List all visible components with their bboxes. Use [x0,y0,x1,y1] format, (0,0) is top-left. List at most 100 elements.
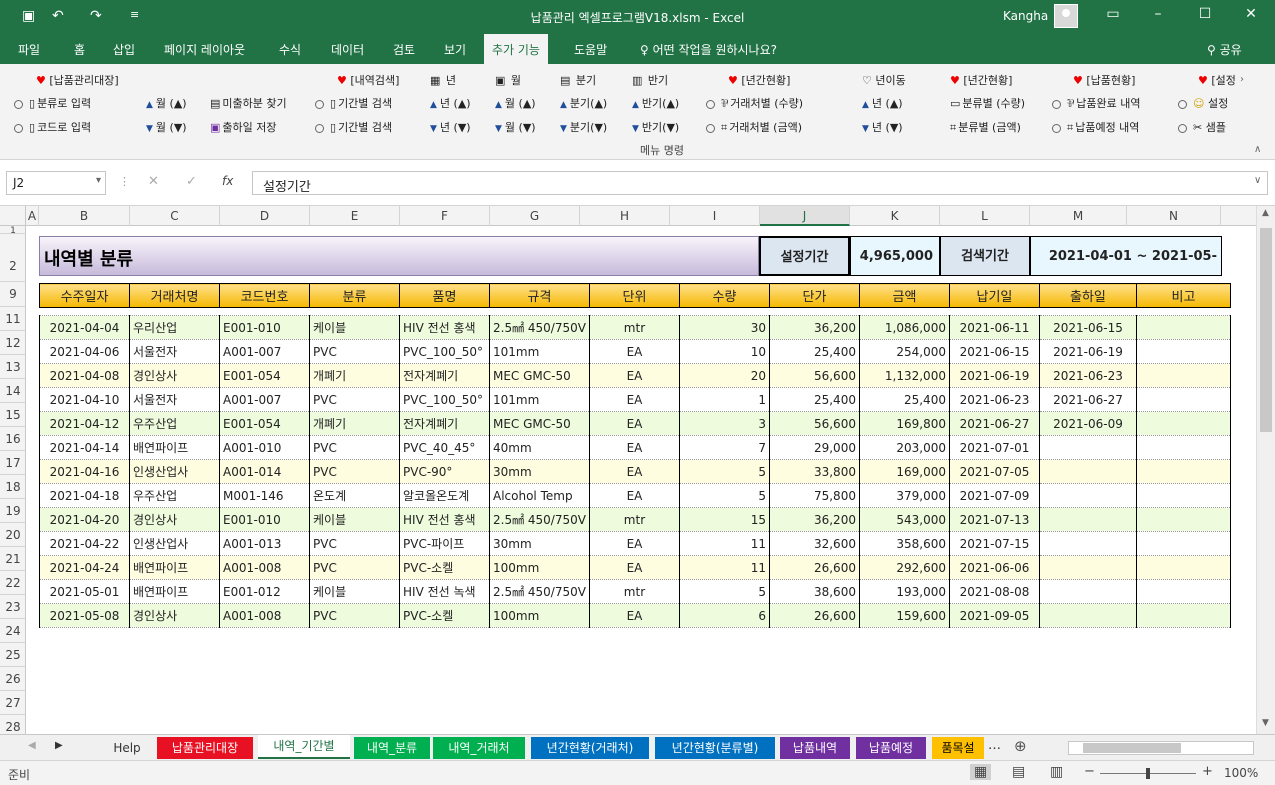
horizontal-scrollbar[interactable] [1068,741,1254,755]
table-cell[interactable]: E001-054 [219,363,310,388]
row-header-16[interactable]: 16 [0,427,26,451]
table-cell[interactable]: 292,600 [858,555,950,580]
table-cell[interactable]: 경인상사 [129,363,220,388]
period-search-button[interactable]: ▯ 기간별 검색 [315,95,392,111]
table-cell[interactable]: 케이블 [309,315,400,340]
row-header-14[interactable]: 14 [0,379,26,403]
sheet-tab[interactable]: 품목설 [932,737,984,759]
row-header-27[interactable]: 27 [0,691,26,715]
table-cell[interactable]: PVC_100_50° [399,387,490,412]
table-cell[interactable]: 2021-07-05 [948,459,1040,484]
table-cell[interactable]: PVC-소켈 [399,555,490,580]
sheet-tab[interactable]: 내역_기간별 [258,735,350,759]
column-header-h[interactable]: H [580,206,670,226]
add-sheet-icon[interactable]: ⊕ [1014,737,1027,755]
table-cell[interactable]: 7 [678,435,770,460]
table-cell[interactable] [1135,411,1231,436]
table-cell[interactable]: 543,000 [858,507,950,532]
search-range-cell[interactable]: 2021-04-01 ~ 2021-05-15 [1030,236,1222,304]
column-header-k[interactable]: K [850,206,940,226]
table-cell[interactable]: 2021-07-09 [948,483,1040,508]
table-cell[interactable]: A001-010 [219,435,310,460]
table-cell[interactable]: A001-007 [219,387,310,412]
table-row[interactable]: 2021-04-12 우주산업 E001-054 개폐기 전자계폐기 MEC GMC-50… [39,411,1231,436]
table-cell[interactable]: mtr [588,507,680,532]
table-cell[interactable]: 전자계폐기 [399,411,490,436]
table-cell[interactable]: 20 [678,363,770,388]
table-cell[interactable]: 서울전자 [129,339,220,364]
table-cell[interactable]: 100mm [489,555,590,580]
row-header-15[interactable]: 15 [0,403,26,427]
table-cell[interactable] [1038,555,1137,580]
header-item-search[interactable]: ♥ [내역검색] [337,72,399,88]
table-cell[interactable]: 2021-07-01 [948,435,1040,460]
table-cell[interactable]: A001-013 [219,531,310,556]
maximize-icon[interactable]: ☐ [1190,6,1220,22]
row-header-17[interactable]: 17 [0,451,26,475]
month-up-button-2[interactable]: ▲ 월 (▲) [495,95,536,111]
table-row[interactable]: 2021-04-06 서울전자 A001-007 PVC PVC_100_50° 101m… [39,339,1231,364]
table-cell[interactable]: HIV 전선 녹색 [399,579,490,604]
table-cell[interactable]: PVC_40_45° [399,435,490,460]
ribbon-display-icon[interactable]: ▭ [1098,6,1128,22]
table-cell[interactable] [1135,507,1231,532]
table-cell[interactable] [1135,387,1231,412]
table-cell[interactable] [1135,315,1231,340]
table-cell[interactable]: 배연파이프 [129,555,220,580]
table-row[interactable]: 2021-04-14 배연파이프 A001-010 PVC PVC_40_45° 40mm… [39,435,1231,460]
table-cell[interactable]: 10 [678,339,770,364]
tab-help[interactable]: 도움말 [574,41,607,58]
sheet-tab[interactable]: 내역_거래처 [433,737,525,759]
table-cell[interactable]: 경인상사 [129,507,220,532]
table-cell[interactable]: EA [588,411,680,436]
table-cell[interactable]: 32,600 [768,531,860,556]
table-cell[interactable]: 2021-06-15 [1038,315,1137,340]
table-cell[interactable] [1038,459,1137,484]
ribbon-scroll-right-icon[interactable]: › [1240,74,1244,85]
table-cell[interactable]: E001-010 [219,507,310,532]
table-cell[interactable]: 25,400 [768,387,860,412]
month-up-button[interactable]: ▲ 월 (▲) [146,95,187,111]
h-scroll-thumb[interactable] [1083,743,1181,753]
column-header-i[interactable]: I [670,206,760,226]
table-cell[interactable]: E001-012 [219,579,310,604]
table-cell[interactable]: PVC [309,531,400,556]
input-by-code-button[interactable]: ▯ 코드로 입력 [14,119,91,135]
client-quantity-button[interactable]: ⅌ 거래처별 (수량) [706,95,803,111]
table-row[interactable]: 2021-04-16 인생산업사 A001-014 PVC PVC-90° 30mm EA 5… [39,459,1231,484]
column-header-f[interactable]: F [400,206,490,226]
table-cell[interactable]: 254,000 [858,339,950,364]
table-cell[interactable]: MEC GMC-50 [489,363,590,388]
column-header-a[interactable]: A [26,206,39,226]
avatar[interactable] [1054,4,1078,28]
year-down-button[interactable]: ▼ 년 (▼) [430,119,471,135]
table-row[interactable]: 2021-04-20 경인상사 E001-010 케이블 HIV 전선 홍색 2.5㎟ 4… [39,507,1231,532]
sheet-tab[interactable]: 년간현황(거래처) [531,737,649,759]
table-cell[interactable]: 우주산업 [129,483,220,508]
table-cell[interactable]: 56,600 [768,363,860,388]
table-cell[interactable]: EA [588,363,680,388]
column-header-g[interactable]: G [490,206,580,226]
table-cell[interactable]: 1 [678,387,770,412]
table-cell[interactable]: 30mm [489,459,590,484]
month-down-button-2[interactable]: ▼ 월 (▼) [495,119,536,135]
table-cell[interactable]: 30 [678,315,770,340]
table-cell[interactable]: 5 [678,459,770,484]
minimize-icon[interactable]: – [1143,6,1173,22]
table-cell[interactable]: 알코올온도계 [399,483,490,508]
table-cell[interactable]: mtr [588,579,680,604]
table-cell[interactable]: mtr [588,315,680,340]
row-header-23[interactable]: 23 [0,595,26,619]
table-row[interactable]: 2021-04-24 배연파이프 A001-008 PVC PVC-소켈 100mm EA 1… [39,555,1231,580]
period-label-cell[interactable]: 설정기간 [759,236,850,276]
header-settings[interactable]: ♥ [설정 [1198,72,1236,88]
table-cell[interactable]: 2021-04-10 [39,387,130,412]
table-cell[interactable]: 159,600 [858,603,950,628]
row-header-12[interactable]: 12 [0,331,26,355]
table-cell[interactable]: 169,800 [858,411,950,436]
table-cell[interactable]: 2021-06-11 [948,315,1040,340]
table-cell[interactable]: 56,600 [768,411,860,436]
table-cell[interactable]: 2021-04-04 [39,315,130,340]
table-cell[interactable]: 2021-06-19 [1038,339,1137,364]
table-cell[interactable]: 75,800 [768,483,860,508]
